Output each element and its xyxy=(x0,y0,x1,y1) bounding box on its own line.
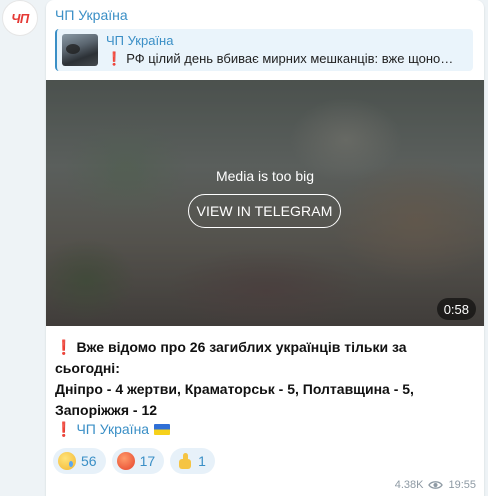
body-line-2: Дніпро - 4 жертви, Краматорськ - 5, Полт… xyxy=(55,381,414,397)
exclamation-icon: ❗ xyxy=(106,51,123,66)
exclamation-icon: ❗ xyxy=(55,339,73,355)
channel-name[interactable]: ЧП Україна xyxy=(55,7,128,23)
view-in-telegram-button[interactable]: VIEW IN TELEGRAM xyxy=(188,194,341,228)
reaction-crying[interactable]: 56 xyxy=(53,448,106,474)
reply-text: РФ цілий день вбиває мирних мешканців: в… xyxy=(126,51,454,66)
message-bubble: ЧП Україна ЧП Україна ❗ РФ цілий день вби… xyxy=(46,0,484,496)
reaction-count: 17 xyxy=(139,453,156,469)
eye-icon xyxy=(428,481,444,489)
view-count: 4.38K xyxy=(394,479,424,491)
media-notice: Media is too big xyxy=(215,168,315,184)
video-preview[interactable]: Media is too big VIEW IN TELEGRAM 0:58 xyxy=(46,80,484,326)
reply-thumbnail xyxy=(62,34,98,66)
message-body: ❗ Вже відомо про 26 загиблих українців ті… xyxy=(55,337,475,421)
signature: ❗ ЧП Україна xyxy=(55,421,171,438)
body-line-3: Запоріжжя - 12 xyxy=(55,402,158,418)
message-footer: 4.38K 19:55 xyxy=(395,479,476,491)
reactions-bar: 56 17 1 xyxy=(53,448,215,474)
ukraine-flag-icon xyxy=(154,424,171,435)
message-time: 19:55 xyxy=(448,479,476,491)
body-line-1-text: Вже відомо про 26 загиблих українців тіл… xyxy=(55,339,407,376)
crying-face-icon xyxy=(58,452,76,470)
reaction-count: 1 xyxy=(198,453,206,469)
video-duration: 0:58 xyxy=(436,298,476,320)
reply-text-row: ❗ РФ цілий день вбиває мирних мешканців: … xyxy=(106,51,471,67)
reaction-count: 56 xyxy=(81,453,97,469)
reply-preview[interactable]: ЧП Україна ❗ РФ цілий день вбиває мирних … xyxy=(55,29,473,71)
reply-author: ЧП Україна xyxy=(106,33,174,48)
reaction-enraged[interactable]: 17 xyxy=(111,448,165,474)
thumbs-up-icon xyxy=(175,452,193,470)
signature-link[interactable]: ЧП Україна xyxy=(76,421,149,437)
channel-avatar[interactable]: ЧП xyxy=(2,0,38,36)
reaction-thumbs-up[interactable]: 1 xyxy=(170,448,215,474)
enraged-face-icon xyxy=(116,452,135,470)
exclamation-icon: ❗ xyxy=(55,421,73,437)
body-line-1: ❗ Вже відомо про 26 загиблих українців ті… xyxy=(55,337,475,379)
